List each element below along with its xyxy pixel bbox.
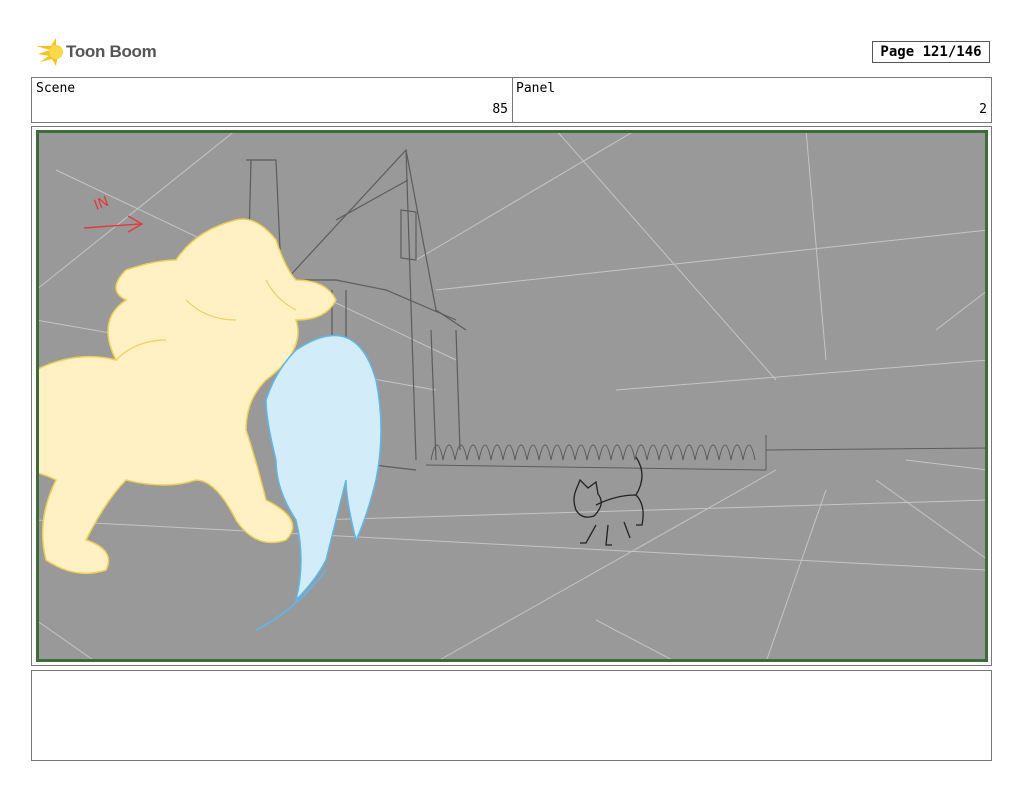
panel-cell: Panel 2	[512, 78, 991, 122]
scene-cell: Scene 85	[32, 78, 513, 122]
panel-label: Panel	[516, 81, 556, 96]
panel-notes	[31, 670, 992, 761]
scene-label: Scene	[36, 81, 76, 96]
storyboard-artwork: IN	[36, 130, 988, 662]
scene-panel-header: Scene 85 Panel 2	[31, 77, 992, 123]
panel-number: 2	[979, 102, 987, 117]
brand-name: Toon Boom	[66, 42, 157, 61]
page-indicator: Page 121/146	[872, 41, 990, 63]
scene-number: 85	[492, 102, 508, 117]
